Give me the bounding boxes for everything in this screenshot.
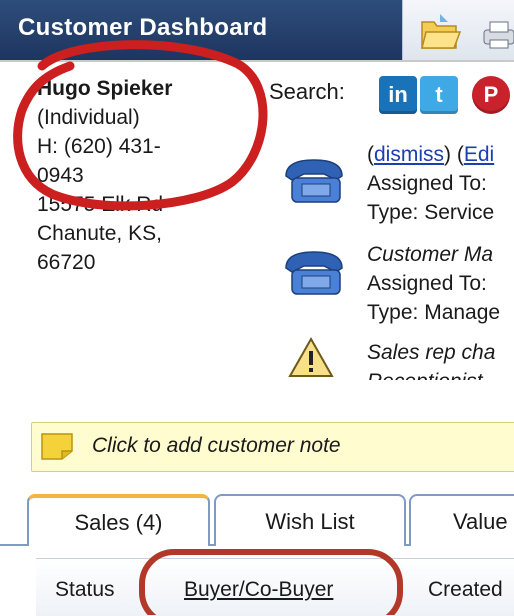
feed-item-3-subtitle: Receptionist <box>367 367 483 380</box>
customer-address-city: Chanute, KS, <box>37 222 162 245</box>
column-status[interactable]: Status <box>55 578 115 602</box>
feed-item-2-assigned: Assigned To: <box>367 272 487 295</box>
customer-phone: H: (620) 431- <box>37 135 161 158</box>
open-folder-icon[interactable] <box>418 12 462 52</box>
pinterest-icon[interactable]: P <box>472 76 510 114</box>
customer-name: Hugo Spieker <box>37 77 173 100</box>
customer-contact-card: Hugo Spieker (Individual) H: (620) 431- … <box>37 74 172 277</box>
phone-icon <box>285 159 343 203</box>
feed-item-1-actions: (dismiss) (Edi <box>367 143 495 166</box>
search-label: Search: <box>269 79 345 104</box>
customer-type: (Individual) <box>37 106 140 129</box>
tab-wish-list[interactable]: Wish List <box>214 494 406 546</box>
linkedin-icon[interactable]: in <box>379 76 417 114</box>
customer-address-zip: 66720 <box>37 251 96 274</box>
activity-feed: (dismiss) (Edi Assigned To: Type: Servic… <box>280 140 514 380</box>
phone-icon <box>285 251 343 295</box>
add-customer-note-link[interactable]: Click to add customer note <box>92 434 341 458</box>
print-icon[interactable] <box>480 18 514 52</box>
feed-item-2-title: Customer Ma <box>367 243 494 266</box>
column-buyer-cobuyer-label[interactable]: Buyer/Co-Buyer <box>184 578 333 601</box>
customer-phone-cont: 0943 <box>37 164 84 187</box>
feed-item-1-type: Type: Service <box>367 201 495 224</box>
feed-item-3-title: Sales rep cha <box>367 341 496 364</box>
column-buyer-cobuyer[interactable]: Buyer/Co-Buyer <box>184 578 333 602</box>
tab-sales[interactable]: Sales (4) <box>27 494 210 546</box>
customer-address-street: 15575 Elk Rd <box>37 193 164 216</box>
twitter-icon[interactable]: t <box>420 76 458 114</box>
tab-value[interactable]: Value <box>409 494 514 546</box>
warning-icon <box>288 336 334 377</box>
feed-item-2-type: Type: Manage <box>367 301 501 324</box>
sticky-note-icon <box>41 433 73 460</box>
column-created[interactable]: Created <box>428 578 503 602</box>
dismiss-link[interactable]: dismiss <box>374 143 444 166</box>
feed-item-1-assigned: Assigned To: <box>367 172 487 195</box>
page-title: Customer Dashboard <box>18 14 268 41</box>
edit-link[interactable]: Edi <box>464 143 494 166</box>
